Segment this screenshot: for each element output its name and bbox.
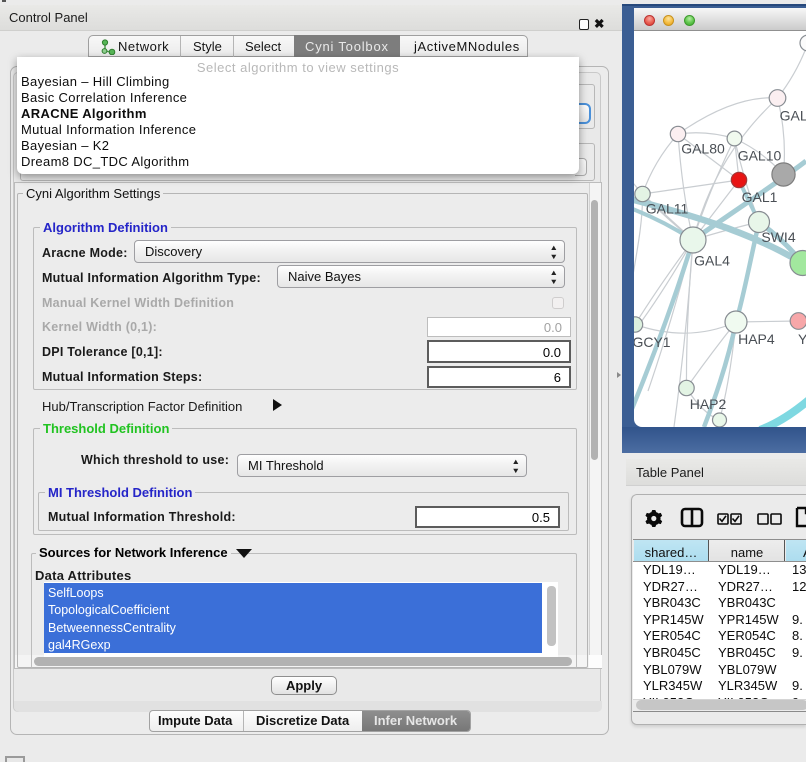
svg-text:GAL10: GAL10 bbox=[738, 148, 782, 164]
svg-text:GAL4: GAL4 bbox=[694, 253, 730, 269]
svg-text:GAL7: GAL7 bbox=[780, 108, 806, 124]
svg-text:HAP4: HAP4 bbox=[738, 331, 775, 347]
svg-text:GAL80: GAL80 bbox=[681, 141, 725, 157]
svg-text:GAL11: GAL11 bbox=[646, 201, 689, 217]
svg-text:YM: YM bbox=[798, 331, 806, 347]
svg-text:GAL1: GAL1 bbox=[742, 189, 778, 205]
svg-text:SWI4: SWI4 bbox=[761, 229, 795, 245]
svg-text:HAP2: HAP2 bbox=[690, 396, 727, 412]
svg-text:GCY1: GCY1 bbox=[634, 334, 671, 350]
